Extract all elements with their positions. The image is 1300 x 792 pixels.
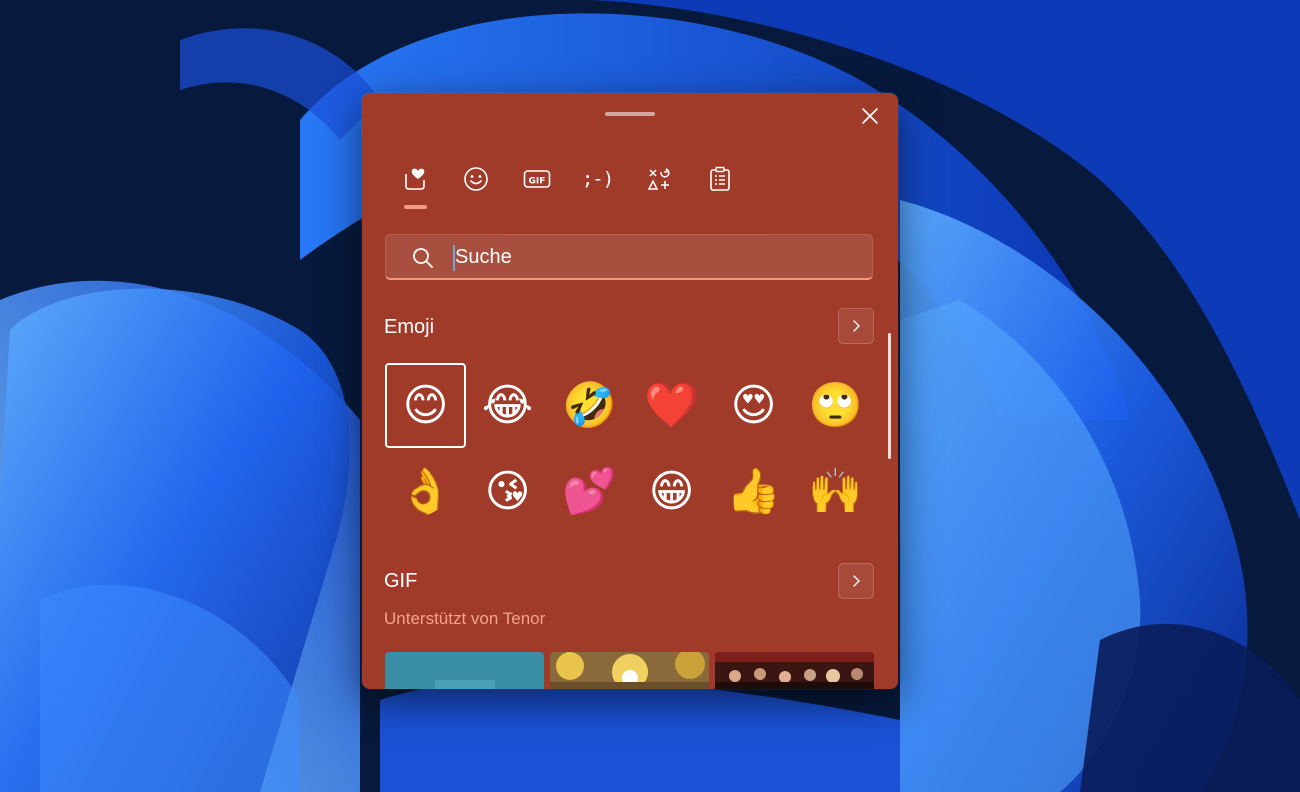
tab-emoji[interactable] (445, 159, 506, 199)
clipboard-icon (709, 166, 730, 191)
emoji-item[interactable]: 🙄 (795, 363, 876, 448)
emoji-glyph: 💕 (562, 465, 617, 517)
emoji-glyph: 😂 (481, 379, 534, 431)
emoji-panel: GIF ;-) Suche Emoji 😊 😂 🤣 ❤️ 😍 🙄 👌 😘 💕 😁… (362, 93, 898, 689)
chevron-right-icon (853, 320, 860, 332)
gif-icon: GIF (523, 170, 550, 188)
close-icon (862, 108, 878, 124)
emoji-glyph: 👍 (726, 465, 781, 517)
smiley-icon (463, 167, 488, 191)
kaomoji-icon: ;-) (581, 168, 614, 190)
tab-symbols[interactable] (628, 159, 689, 199)
tab-bar: GIF ;-) (384, 159, 750, 209)
emoji-item[interactable]: 😂 (467, 363, 548, 448)
emoji-item[interactable]: ❤️ (631, 363, 712, 448)
emoji-glyph: 😘 (484, 465, 531, 517)
emoji-glyph: 🙌 (808, 465, 863, 517)
gif-section-title: GIF (384, 570, 418, 592)
gif-thumbnail-image (550, 652, 709, 689)
drag-handle[interactable] (605, 112, 655, 116)
emoji-grid: 😊 😂 🤣 ❤️ 😍 🙄 👌 😘 💕 😁 👍 🙌 (385, 363, 877, 535)
emoji-glyph: 😁 (648, 465, 695, 517)
gif-thumbnail[interactable] (385, 652, 544, 689)
emoji-glyph: 😍 (730, 379, 777, 431)
emoji-item[interactable]: 😊 (385, 363, 466, 448)
emoji-item[interactable]: 👍 (713, 449, 794, 534)
emoji-glyph: 😊 (402, 379, 449, 431)
gif-thumbnail[interactable] (550, 652, 709, 689)
emoji-more-button[interactable] (838, 308, 874, 344)
emoji-glyph: 🤣 (562, 379, 617, 431)
tab-favorites[interactable] (384, 159, 445, 209)
chevron-right-icon (853, 575, 860, 587)
emoji-item[interactable]: 😍 (713, 363, 794, 448)
emoji-item[interactable]: 👌 (385, 449, 466, 534)
gif-thumbnail[interactable] (715, 652, 874, 689)
close-button[interactable] (852, 101, 888, 131)
emoji-section-title: Emoji (384, 316, 435, 338)
emoji-glyph: 👌 (398, 465, 453, 517)
symbols-icon (647, 168, 670, 190)
emoji-item[interactable]: 🙌 (795, 449, 876, 534)
emoji-item[interactable]: 😁 (631, 449, 712, 534)
gif-thumbnail-image (385, 652, 544, 689)
search-icon (413, 248, 433, 268)
gif-thumbnail-image (715, 652, 874, 689)
emoji-glyph: 🙄 (808, 379, 863, 431)
gif-icon-label: GIF (528, 177, 545, 187)
active-tab-indicator (404, 205, 427, 209)
scrollbar-thumb[interactable] (888, 333, 891, 459)
heart-icon (404, 168, 425, 190)
tab-kaomoji[interactable]: ;-) (567, 159, 628, 199)
search-box[interactable] (385, 234, 873, 280)
gif-provider-label: Unterstützt von Tenor (384, 609, 546, 628)
emoji-item[interactable]: 😘 (467, 449, 548, 534)
tab-clipboard[interactable] (689, 159, 750, 199)
emoji-glyph: ❤️ (644, 379, 699, 431)
emoji-item[interactable]: 💕 (549, 449, 630, 534)
emoji-item[interactable]: 🤣 (549, 363, 630, 448)
tab-gif[interactable]: GIF (506, 159, 567, 199)
gif-thumbnail-row (385, 652, 874, 689)
gif-more-button[interactable] (838, 563, 874, 599)
search-input[interactable] (455, 241, 855, 273)
